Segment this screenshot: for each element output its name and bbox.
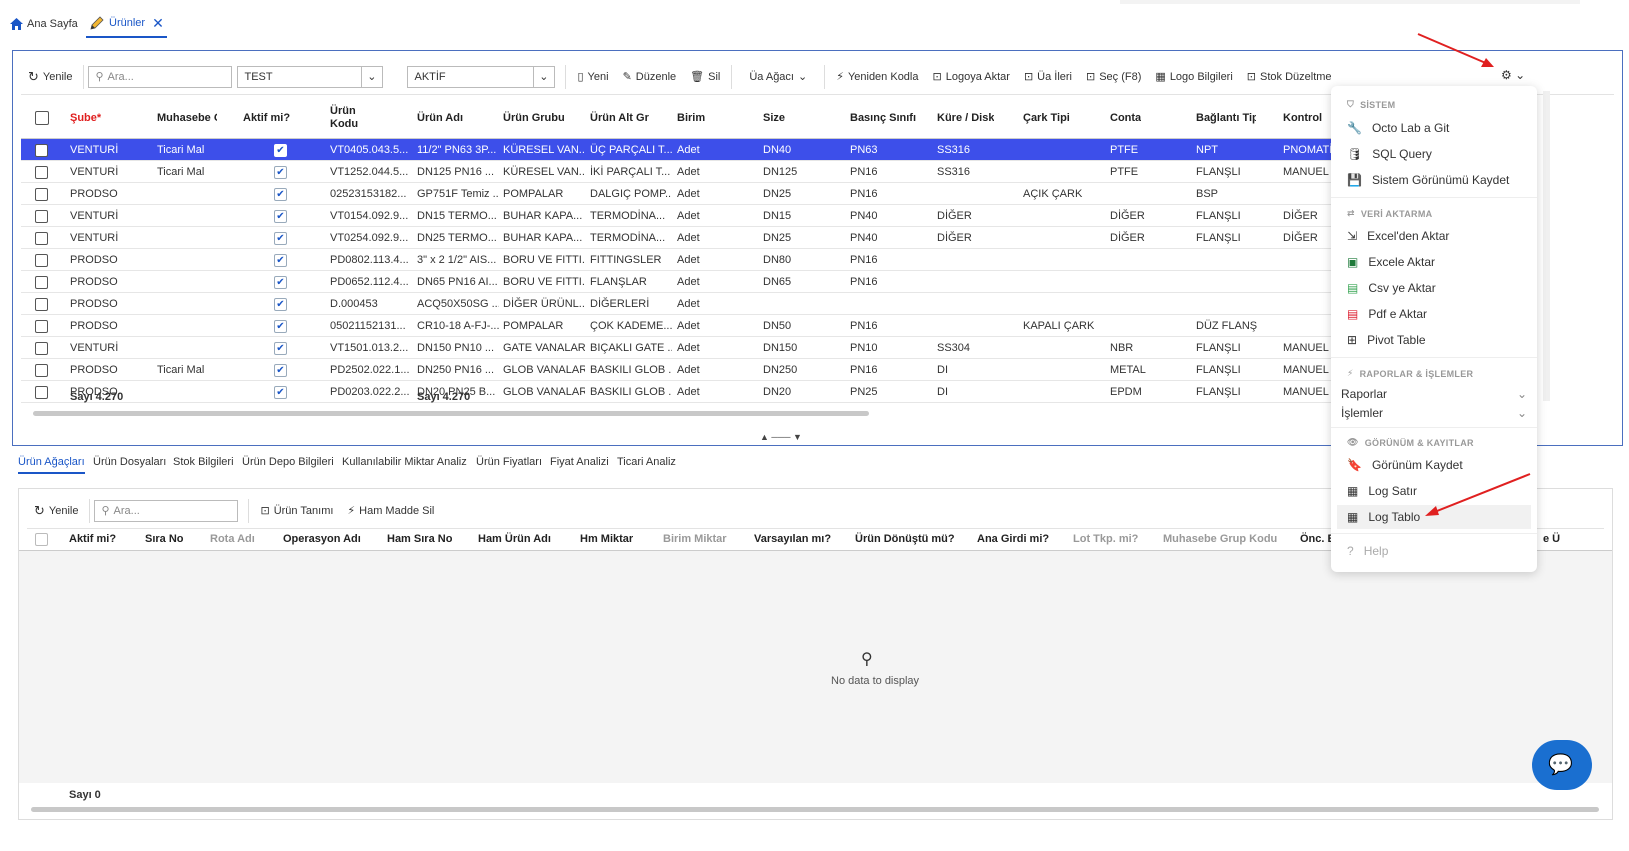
arrow-to-settings [1417,33,1494,67]
annotation-arrows [1417,33,1531,516]
arrow-to-log-table [1425,473,1531,516]
